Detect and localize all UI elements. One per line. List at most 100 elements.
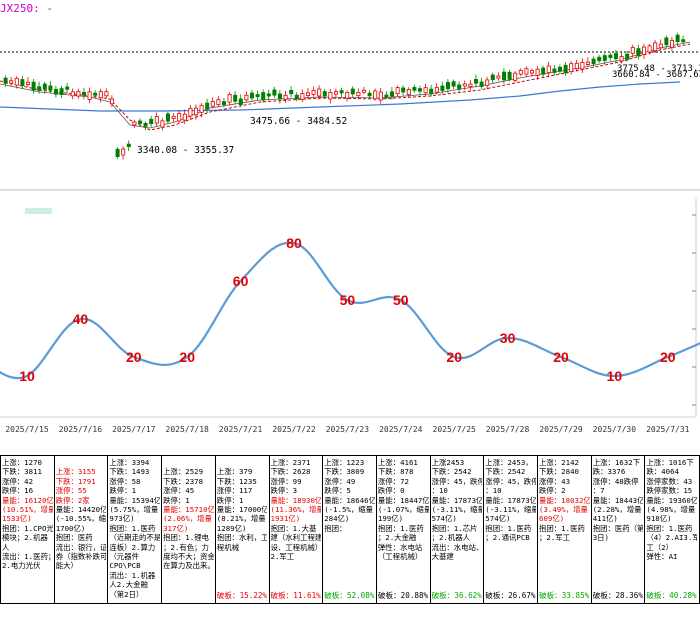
table-cell-line: (-3.11%，缩量 xyxy=(485,505,536,515)
table-cell: 上涨：379 下跌：1235 涨停：117 跌停：1 量能：17000亿 (8.21%，增… xyxy=(217,458,268,607)
candle xyxy=(305,92,310,96)
table-cell-line: 跌停：1 xyxy=(109,486,137,496)
candle xyxy=(440,85,445,91)
table-cell-line: 人 xyxy=(2,542,10,552)
table-cell-line: (10.51%，增量 xyxy=(2,505,53,515)
table-cell-line: 抱团：1.锂电 xyxy=(163,533,209,543)
candle xyxy=(367,92,372,97)
table-cell-line xyxy=(217,458,268,467)
candle xyxy=(294,94,299,100)
x-tick-label: 2025/7/23 xyxy=(326,425,370,434)
table-cell-line: 下跌：1791 xyxy=(55,476,96,486)
candle xyxy=(76,90,81,97)
candle xyxy=(171,116,176,120)
table-cell-line: 973亿) xyxy=(109,514,135,524)
table-cell-line: 度均不大；资金 xyxy=(163,552,214,562)
candle xyxy=(619,56,624,62)
candle xyxy=(496,75,501,79)
candle xyxy=(31,81,36,91)
candle xyxy=(322,91,327,97)
sentiment-series-line xyxy=(0,241,700,380)
table-cell-line: 涨停：42 xyxy=(2,476,34,486)
table-cell-line: 跌停：1 xyxy=(216,495,244,505)
table-cell-line: 量能：18930亿 xyxy=(270,495,322,505)
candle xyxy=(535,68,540,76)
candle xyxy=(110,98,115,105)
table-column-divider xyxy=(0,455,1,604)
candle xyxy=(143,123,148,127)
candle xyxy=(530,70,535,74)
candle xyxy=(154,116,159,124)
candle xyxy=(98,91,103,99)
table-cell-line: 模块；2.机器 xyxy=(2,533,48,543)
table-cell-line: (2.06%，增量 xyxy=(163,514,212,524)
table-cell-line: 1289亿) xyxy=(216,523,247,533)
candle xyxy=(333,91,338,95)
table-cell-line: (-3.11%，缩量 xyxy=(431,505,483,515)
candle xyxy=(93,92,98,96)
candle xyxy=(558,66,563,72)
table-cell-line: 下跌：2542 xyxy=(485,467,526,477)
table-cell-line: 下跌：2628 xyxy=(270,467,311,477)
table-cell-line: 1700亿) xyxy=(55,523,86,533)
table-cell-line: 抱团：1.大基 xyxy=(270,523,317,533)
table-cell-line: 涨停：55 xyxy=(55,486,87,496)
x-tick-label: 2025/7/18 xyxy=(166,425,210,434)
sentiment-chart: 10 40 20 20 60 80 50 50 20 30 20 10 20 2025/7/15 2025… xyxy=(0,193,700,455)
candle xyxy=(160,120,165,128)
kline-annotation-4: 3340.08 - 3355.37 xyxy=(137,145,234,156)
table-cell: 上涨：4161 下跌：878 涨停：72 跌停：0 量能：18447亿 (-1.07%，缩… xyxy=(378,458,429,607)
candle xyxy=(277,93,282,100)
data-label: 80 xyxy=(286,235,302,251)
candle xyxy=(373,90,378,100)
candle xyxy=(238,98,243,105)
table-cell-line: 流出：1.医药； xyxy=(2,552,53,562)
table-cell-line: 连板）2.算力 xyxy=(109,542,156,552)
table-cell-line: 跌停家数：15 xyxy=(646,486,693,496)
table-cell-line: ：7 xyxy=(592,486,605,496)
candle xyxy=(255,94,260,98)
candle xyxy=(395,87,400,95)
table-cell-line: （4）2.AI3.军 xyxy=(646,533,698,543)
candle xyxy=(210,101,215,107)
table-cell-line: 上涨：3394 xyxy=(109,458,150,467)
table-cell-line: (-10.55%，缩量 xyxy=(55,514,107,524)
candle xyxy=(54,88,59,95)
candle xyxy=(541,67,546,75)
x-tick-label: 2025/7/29 xyxy=(539,425,583,434)
candle xyxy=(216,99,221,105)
table-cell-line: 抱团： xyxy=(324,523,347,533)
table-cell-line: 2.军工 xyxy=(270,552,295,562)
table-cell-line: 下跌：2378 xyxy=(163,476,204,486)
table-cell-footer: 破板：11.61% xyxy=(270,591,321,600)
candle xyxy=(563,64,568,74)
table-cell-line: ；2.有色；力 xyxy=(163,542,209,552)
table-cell-footer: 破板：36.62% xyxy=(431,591,482,600)
table-cell-line: 下跌：2542 xyxy=(431,467,472,477)
candle xyxy=(642,46,647,55)
candle xyxy=(345,92,350,99)
candle xyxy=(434,87,439,93)
candle xyxy=(597,56,602,62)
candle xyxy=(193,107,198,116)
candle xyxy=(59,88,64,95)
table-cell-line: 量能：15710亿 xyxy=(163,505,214,515)
table-cell-line: 量能：16120亿 xyxy=(2,495,53,505)
candle xyxy=(490,74,495,81)
table-column-divider xyxy=(107,455,109,604)
candle xyxy=(188,107,193,117)
table-cell: 上涨：2453， 下跌：2542 涨停：45，跌停 ：10 量能：17873亿 (-3.1… xyxy=(485,458,536,607)
candle xyxy=(417,88,422,92)
table-column-divider xyxy=(322,455,324,604)
candle xyxy=(608,54,613,58)
x-tick-labels-group: 2025/7/15 2025/7/16 2025/7/17 2025/7/18 2025… xyxy=(5,425,689,434)
candle xyxy=(513,72,518,81)
table-column-divider xyxy=(483,455,485,604)
table-cell: 上涨：3394 下跌：1493 涨停：58 跌停：1 量能：15394亿 (5.75%，增… xyxy=(109,458,160,607)
candle xyxy=(630,47,635,54)
table-cell-line: 2.电力光伏 xyxy=(2,561,41,571)
candle xyxy=(182,113,187,121)
candle xyxy=(37,86,42,91)
candle xyxy=(485,79,490,86)
candle xyxy=(261,92,266,101)
